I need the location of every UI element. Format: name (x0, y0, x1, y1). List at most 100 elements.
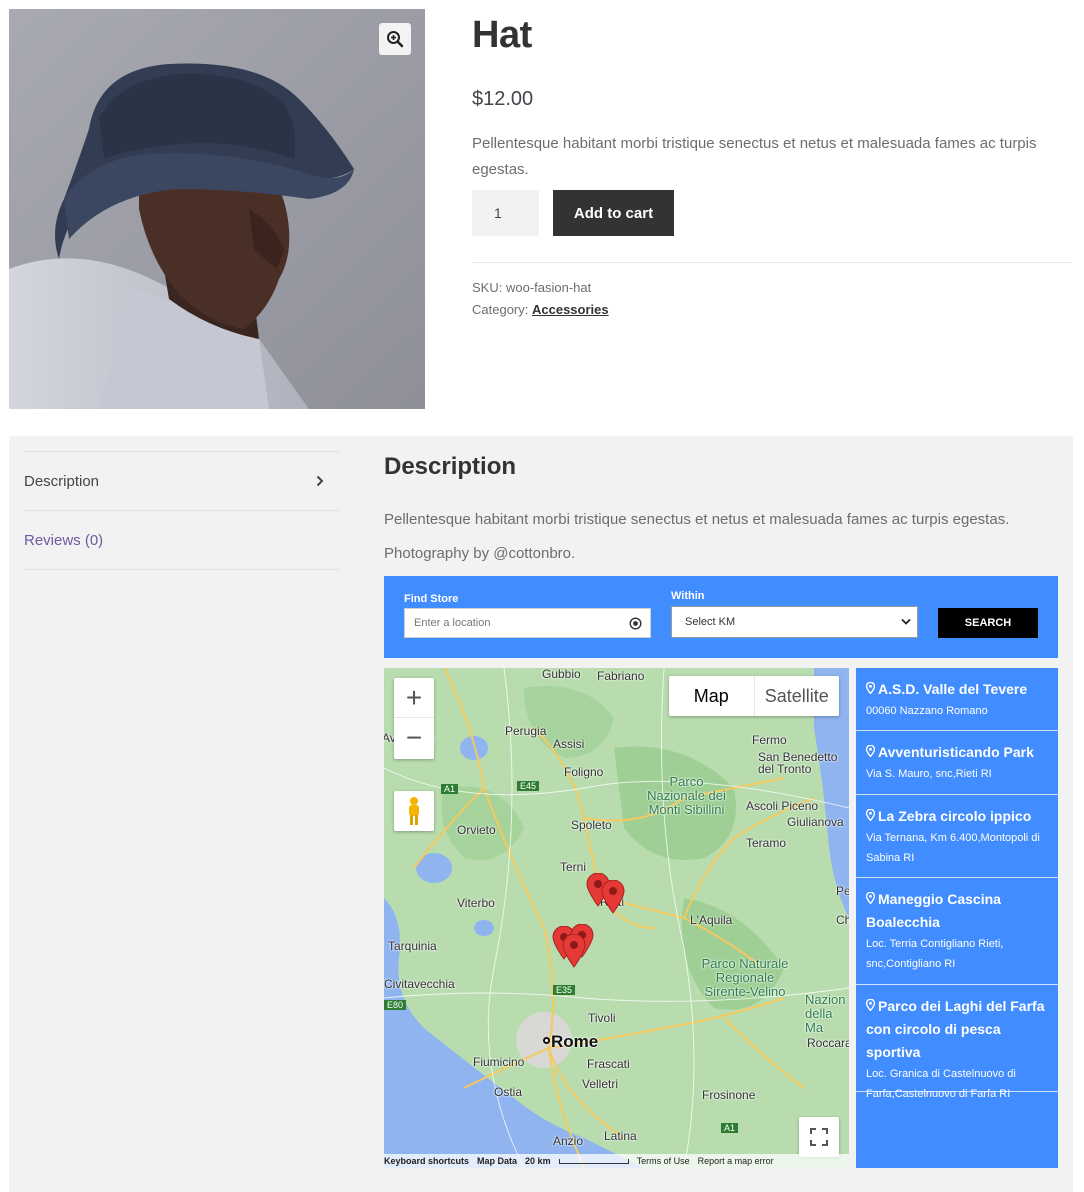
map-place: Fermo (752, 733, 787, 747)
map-place: Nazion della Ma (805, 992, 846, 1035)
map-place: Tivoli (588, 1011, 616, 1025)
map-place: Giulianova (787, 815, 844, 829)
map-place: Fiumicino (473, 1055, 525, 1069)
sku-value: woo-fasion-hat (505, 280, 592, 295)
map-place: Anzio (553, 1134, 584, 1148)
tab-list: Description Reviews (0) (24, 451, 340, 570)
map-place: Gubbio (542, 668, 581, 681)
map-place: Frascati (587, 1057, 630, 1071)
scale-bar (558, 1158, 629, 1164)
location-placeholder: Enter a location (414, 617, 491, 629)
map-place: Roccara (807, 1036, 849, 1050)
map-place: Civitavecchia (384, 977, 455, 991)
city-dot (543, 1037, 550, 1044)
map-place: Fabriano (597, 669, 645, 683)
tab-reviews-label: Reviews (0) (24, 531, 104, 549)
store-name: A.S.D. Valle del Tevere (865, 678, 1048, 701)
map-pin-icon (865, 744, 876, 758)
map-marker-icon[interactable] (562, 934, 586, 968)
map-type-control: Map Satellite (669, 676, 839, 716)
map-place: Ch (836, 913, 849, 927)
store-item[interactable]: Avventuristicando Park Via S. Mauro, snc… (856, 731, 1058, 795)
map-place: Orvieto (457, 823, 496, 837)
store-address: Loc. Granica di Castelnuovo di Farfa,Cas… (866, 1068, 1016, 1100)
store-address: 00060 Nazzano Romano (866, 705, 988, 717)
terms-link[interactable]: Terms of Use (637, 1156, 690, 1166)
street-view-button[interactable] (394, 791, 434, 831)
map-type-map[interactable]: Map (669, 676, 755, 716)
map-marker-icon[interactable] (601, 880, 625, 914)
map-place: L'Aquila (690, 913, 733, 927)
store-name: Maneggio Cascina Boalecchia (865, 891, 1001, 930)
map-place: Ostia (494, 1085, 523, 1099)
location-input[interactable]: Enter a location (404, 608, 651, 638)
map-pin-icon (865, 808, 876, 822)
store-name: La Zebra circolo ippico (865, 805, 1048, 828)
map-place: Parco Nazionale dei Monti Sibillini (647, 774, 726, 817)
map-place: Parco Naturale Regionale Sirente-Velino (701, 956, 789, 999)
map-attribution: Keyboard shortcuts Map Data 20 km Terms … (384, 1154, 849, 1168)
tab-description[interactable]: Description (24, 452, 340, 511)
store-map[interactable]: Gubbio Fabriano Perugia Assisi Foligno P… (384, 668, 849, 1168)
map-pin-icon (865, 891, 876, 905)
map-place: Spoleto (571, 818, 612, 832)
photo-credit: Photography by @cottonbro. (384, 545, 576, 562)
description-heading: Description (384, 453, 517, 480)
zoom-button[interactable] (379, 23, 411, 55)
map-data-link[interactable]: Map Data (477, 1156, 517, 1166)
store-item[interactable]: La Zebra circolo ippico Via Ternana, Km … (856, 795, 1058, 878)
map-place: Assisi (553, 737, 585, 751)
store-item[interactable]: Parco dei Laghi del Farfa con circolo di… (856, 985, 1058, 1100)
description-paragraph: Pellentesque habitant morbi tristique se… (384, 511, 1010, 528)
map-place: Ascoli Piceno (746, 799, 819, 813)
keyboard-shortcuts-link[interactable]: Keyboard shortcuts (384, 1156, 469, 1166)
magnify-icon (387, 31, 404, 48)
chevron-down-icon (901, 618, 911, 625)
map-place: Velletri (582, 1077, 619, 1091)
store-name: Parco dei Laghi del Farfa con circolo di… (865, 998, 1045, 1060)
map-pin-icon (865, 681, 876, 695)
category-link[interactable]: Accessories (532, 302, 609, 317)
product-photo (9, 9, 425, 409)
map-place: Teramo (746, 836, 787, 850)
zoom-out-button[interactable]: − (394, 718, 434, 758)
fullscreen-button[interactable] (799, 1117, 839, 1157)
tab-reviews[interactable]: Reviews (0) (24, 511, 340, 570)
map-type-satellite[interactable]: Satellite (755, 676, 840, 716)
product-price: $12.00 (472, 88, 534, 110)
report-error-link[interactable]: Report a map error (698, 1156, 774, 1166)
distance-selected: Select KM (685, 616, 736, 628)
road-shield: A1 (721, 1123, 739, 1133)
store-item[interactable]: Maneggio Cascina Boalecchia Loc. Terria … (856, 878, 1058, 985)
store-search-button[interactable]: SEARCH (938, 608, 1038, 638)
category-line: Category: Accessories (472, 302, 609, 317)
road-shield: E45 (517, 781, 540, 791)
store-address: Loc. Terria Contigliano Rieti, snc,Conti… (866, 938, 1004, 970)
store-address: Via S. Mauro, snc,Rieti RI (866, 768, 992, 780)
map-place: Rome (551, 1032, 599, 1051)
sku-line: SKU: woo-fasion-hat (472, 280, 591, 295)
map-scale: 20 km (525, 1156, 551, 1166)
store-item[interactable]: A.S.D. Valle del Tevere 00060 Nazzano Ro… (856, 668, 1058, 731)
distance-select[interactable]: Select KM (671, 606, 918, 638)
tab-description-label: Description (24, 472, 100, 490)
product-title: Hat (472, 14, 532, 56)
divider (472, 262, 1072, 263)
map-place: Tarquinia (388, 939, 437, 953)
map-place: Latina (604, 1129, 637, 1143)
map-place: Foligno (564, 765, 604, 779)
locate-me-icon[interactable] (629, 617, 642, 630)
map-place: San Benedetto del Tronto (758, 750, 838, 776)
map-pin-icon (865, 998, 876, 1012)
within-label: Within (671, 590, 705, 602)
store-name: Avventuristicando Park (865, 741, 1048, 764)
map-place: Terni (560, 860, 587, 874)
add-to-cart-button[interactable]: Add to cart (553, 190, 674, 236)
product-image[interactable] (9, 9, 425, 409)
road-shield: E80 (384, 1000, 407, 1010)
zoom-in-button[interactable]: + (394, 678, 434, 718)
product-tabs: Description Reviews (0) Description Pell… (9, 436, 1073, 1192)
category-label: Category: (472, 302, 529, 317)
quantity-input[interactable] (472, 190, 539, 236)
road-shield: A1 (441, 784, 459, 794)
